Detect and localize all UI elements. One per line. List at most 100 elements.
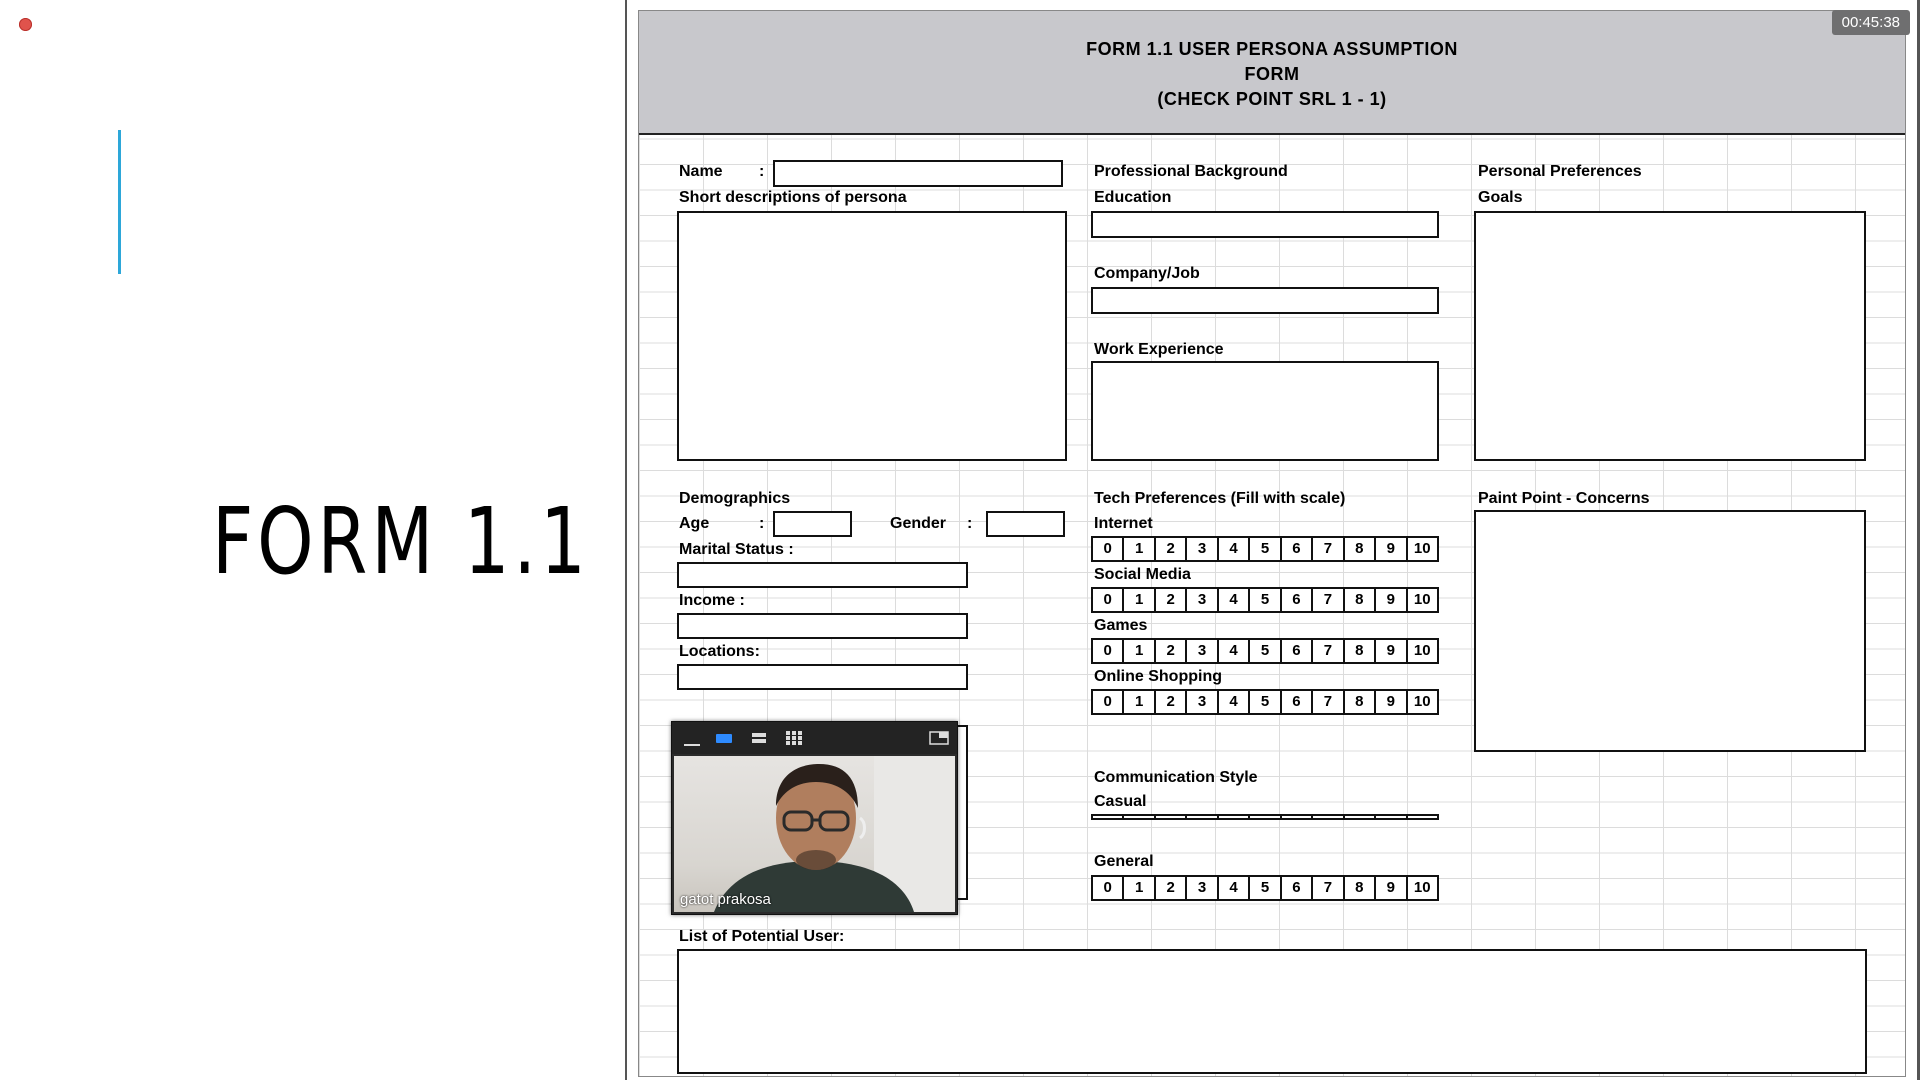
scale-option[interactable]: 4 — [1219, 538, 1251, 560]
scale-option[interactable] — [1187, 816, 1219, 818]
scale-option[interactable]: 4 — [1219, 691, 1251, 713]
scale-option[interactable]: 10 — [1408, 589, 1437, 611]
scale-option[interactable] — [1313, 816, 1345, 818]
scale-option[interactable]: 6 — [1282, 538, 1314, 560]
communication-style-label: Communication Style — [1094, 769, 1258, 786]
marital-status-field[interactable] — [677, 562, 968, 588]
gender-field[interactable] — [986, 511, 1065, 537]
games-scale[interactable]: 0 1 2 3 4 5 6 7 8 9 10 — [1091, 638, 1439, 664]
scale-option[interactable] — [1250, 816, 1282, 818]
goals-field[interactable] — [1474, 211, 1866, 461]
scale-option[interactable]: 2 — [1156, 538, 1188, 560]
scale-option[interactable] — [1408, 816, 1437, 818]
scale-option[interactable]: 7 — [1313, 877, 1345, 899]
scale-option[interactable]: 8 — [1345, 538, 1377, 560]
scale-option[interactable]: 9 — [1376, 538, 1408, 560]
scale-option[interactable]: 7 — [1313, 538, 1345, 560]
scale-option[interactable]: 0 — [1093, 640, 1125, 662]
scale-option[interactable]: 0 — [1093, 691, 1125, 713]
games-label: Games — [1094, 617, 1148, 634]
scale-option[interactable]: 4 — [1219, 589, 1251, 611]
scale-option[interactable]: 3 — [1187, 691, 1219, 713]
scale-option[interactable] — [1219, 816, 1251, 818]
scale-option[interactable]: 10 — [1408, 877, 1437, 899]
scale-option[interactable] — [1093, 816, 1125, 818]
scale-option[interactable]: 5 — [1250, 640, 1282, 662]
work-experience-field[interactable] — [1091, 361, 1439, 461]
scale-option[interactable]: 1 — [1124, 877, 1156, 899]
scale-option[interactable]: 5 — [1250, 589, 1282, 611]
casual-scale[interactable] — [1091, 814, 1439, 820]
scale-option[interactable]: 0 — [1093, 538, 1125, 560]
scale-option[interactable]: 0 — [1093, 589, 1125, 611]
scale-option[interactable]: 9 — [1376, 589, 1408, 611]
internet-scale[interactable]: 0 1 2 3 4 5 6 7 8 9 10 — [1091, 536, 1439, 562]
scale-option[interactable]: 2 — [1156, 691, 1188, 713]
scale-option[interactable]: 9 — [1376, 640, 1408, 662]
scale-option[interactable]: 6 — [1282, 640, 1314, 662]
video-tile[interactable]: gatot prakosa — [671, 721, 958, 915]
scale-option[interactable]: 3 — [1187, 877, 1219, 899]
casual-label: Casual — [1094, 793, 1147, 810]
scale-option[interactable]: 3 — [1187, 640, 1219, 662]
demographics-label: Demographics — [679, 490, 791, 507]
social-media-scale[interactable]: 0 1 2 3 4 5 6 7 8 9 10 — [1091, 587, 1439, 613]
age-field[interactable] — [773, 511, 852, 537]
scale-option[interactable]: 9 — [1376, 691, 1408, 713]
scale-option[interactable]: 5 — [1250, 877, 1282, 899]
scale-option[interactable]: 1 — [1124, 640, 1156, 662]
scale-option[interactable]: 4 — [1219, 877, 1251, 899]
scale-option[interactable]: 3 — [1187, 589, 1219, 611]
scale-option[interactable]: 6 — [1282, 691, 1314, 713]
income-field[interactable] — [677, 613, 968, 639]
general-scale[interactable]: 0 1 2 3 4 5 6 7 8 9 10 — [1091, 875, 1439, 901]
scale-option[interactable]: 8 — [1345, 640, 1377, 662]
scale-option[interactable]: 6 — [1282, 589, 1314, 611]
general-label: General — [1094, 853, 1154, 870]
scale-option[interactable]: 1 — [1124, 589, 1156, 611]
scale-option[interactable]: 7 — [1313, 589, 1345, 611]
short-desc-label: Short descriptions of persona — [679, 189, 907, 206]
scale-option[interactable]: 10 — [1408, 691, 1437, 713]
name-field[interactable] — [773, 160, 1063, 187]
scale-option[interactable]: 7 — [1313, 640, 1345, 662]
speaker-view-icon[interactable] — [716, 734, 732, 743]
scale-option[interactable]: 0 — [1093, 877, 1125, 899]
scale-option[interactable]: 9 — [1376, 877, 1408, 899]
scale-option[interactable] — [1376, 816, 1408, 818]
scale-option[interactable]: 5 — [1250, 538, 1282, 560]
scale-option[interactable] — [1282, 816, 1314, 818]
scale-option[interactable]: 4 — [1219, 640, 1251, 662]
education-label: Education — [1094, 189, 1172, 206]
grid-view-icon[interactable] — [785, 730, 803, 746]
scale-option[interactable]: 7 — [1313, 691, 1345, 713]
locations-field[interactable] — [677, 664, 968, 690]
education-field[interactable] — [1091, 211, 1439, 238]
personal-preferences-label: Personal Preferences — [1478, 163, 1642, 180]
list-potential-field[interactable] — [677, 949, 1867, 1074]
scale-option[interactable]: 8 — [1345, 589, 1377, 611]
company-job-field[interactable] — [1091, 287, 1439, 314]
online-shopping-scale[interactable]: 0 1 2 3 4 5 6 7 8 9 10 — [1091, 689, 1439, 715]
stacked-view-icon[interactable] — [751, 730, 767, 746]
scale-option[interactable]: 8 — [1345, 691, 1377, 713]
scale-option[interactable]: 2 — [1156, 640, 1188, 662]
scale-option[interactable] — [1156, 816, 1188, 818]
minimize-icon[interactable] — [684, 744, 700, 746]
exit-fullscreen-icon[interactable] — [929, 730, 949, 746]
pain-point-field[interactable] — [1474, 510, 1866, 752]
scale-option[interactable]: 1 — [1124, 691, 1156, 713]
scale-option[interactable]: 2 — [1156, 589, 1188, 611]
scale-option[interactable]: 10 — [1408, 538, 1437, 560]
online-shopping-label: Online Shopping — [1094, 668, 1222, 685]
scale-option[interactable]: 8 — [1345, 877, 1377, 899]
scale-option[interactable]: 1 — [1124, 538, 1156, 560]
scale-option[interactable]: 5 — [1250, 691, 1282, 713]
scale-option[interactable]: 10 — [1408, 640, 1437, 662]
scale-option[interactable]: 6 — [1282, 877, 1314, 899]
short-desc-field[interactable] — [677, 211, 1067, 461]
scale-option[interactable]: 2 — [1156, 877, 1188, 899]
scale-option[interactable] — [1345, 816, 1377, 818]
scale-option[interactable]: 3 — [1187, 538, 1219, 560]
scale-option[interactable] — [1124, 816, 1156, 818]
